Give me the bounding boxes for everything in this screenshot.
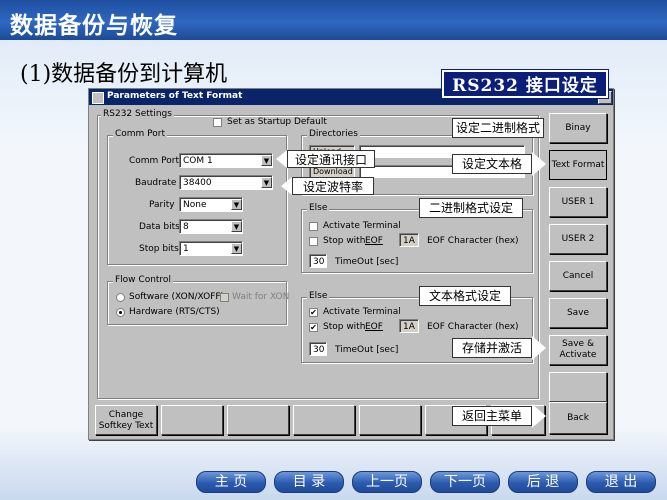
rs232-settings-title: RS232 Settings [101, 109, 174, 119]
callout-binary-format-setting: 二进制格式设定 [419, 198, 523, 218]
softkey-4[interactable] [293, 405, 355, 435]
save-activate-line2: Activate [559, 350, 597, 360]
callout-text-format-setting: 文本格式设定 [419, 286, 511, 306]
slide-subtitle: (1)数据备份到计算机 [20, 62, 228, 87]
callout-baudrate: 设定波特率 [292, 177, 374, 195]
else-group-title: Else [307, 203, 330, 213]
callout-save-activate: 存储并激活 [452, 338, 532, 358]
arrow-left-icon [281, 177, 292, 195]
timeout-input[interactable]: 30 [309, 254, 327, 268]
data-bits-label: Data bits [139, 222, 180, 232]
flow-control-title: Flow Control [113, 275, 173, 285]
user2-button[interactable]: USER 2 [549, 224, 607, 254]
save-activate-button[interactable]: Save & Activate [549, 335, 607, 365]
callout-text-format: 设定文本格 [452, 154, 532, 174]
save-activate-line1: Save & [562, 339, 594, 349]
comm-port-group-title: Comm Port [113, 129, 168, 139]
eof-label: EOF [365, 322, 383, 332]
flow-control-group [107, 281, 287, 325]
stop-bits-label: Stop bits [139, 244, 179, 254]
startup-default-label: Set as Startup Default [227, 117, 327, 127]
chevron-down-icon[interactable]: ▼ [261, 155, 272, 166]
nav-toc-button[interactable]: 目 录 [274, 471, 344, 493]
stop-eof-checkbox[interactable] [309, 237, 318, 246]
chevron-down-icon[interactable]: ▼ [231, 221, 242, 232]
callout-back-main: 返回主菜单 [452, 406, 532, 426]
rs232-interface-label: RS232 接口设定 [441, 69, 609, 99]
activate-terminal-checkbox[interactable]: ✔ [309, 308, 318, 317]
slide-title: 数据备份与恢复 [10, 12, 178, 39]
arrow-right-icon [532, 152, 546, 176]
nav-exit-button[interactable]: 退 出 [586, 471, 656, 493]
stop-eof-checkbox[interactable]: ✔ [309, 323, 318, 332]
callout-binary-format: 设定二进制格式 [452, 118, 544, 138]
baudrate-label: Baudrate [135, 178, 177, 188]
dialog-title: Parameters of Text Format [107, 91, 243, 101]
softkey-2[interactable] [161, 405, 223, 435]
comm-port-label: Comm Port [129, 156, 180, 166]
directories-title: Directories [307, 129, 360, 139]
arrow-right-icon [532, 336, 546, 360]
nav-back-button[interactable]: 后 退 [508, 471, 578, 493]
back-button[interactable]: Back [549, 402, 607, 434]
wait-xon-checkbox[interactable] [220, 293, 229, 302]
else-group-title: Else [307, 291, 330, 301]
change-softkey-line1: Change [108, 410, 144, 420]
eof-label: EOF [365, 236, 383, 246]
timeout-label: TimeOut [sec] [335, 345, 399, 355]
stop-with-label: Stop with [323, 322, 366, 332]
eof-character-label: EOF Character (hex) [427, 322, 519, 332]
change-softkey-line2: Softkey Text [98, 421, 154, 431]
startup-default-checkbox[interactable] [213, 118, 222, 127]
window-icon [92, 92, 104, 104]
software-flow-label: Software (XON/XOFF) [129, 292, 225, 302]
parity-label: Parity [149, 200, 175, 210]
save-button[interactable]: Save [549, 298, 607, 328]
callout-comm-port: 设定通讯接口 [287, 150, 375, 168]
stop-with-label: Stop with [323, 236, 366, 246]
chevron-down-icon[interactable]: ▼ [231, 243, 242, 254]
parameters-dialog: Parameters of Text Format ✕ RS232 Settin… [88, 88, 614, 440]
software-flow-radio[interactable] [116, 293, 125, 302]
softkey-3[interactable] [227, 405, 289, 435]
activate-terminal-label: Activate Terminal [323, 221, 401, 231]
nav-next-button[interactable]: 下一页 [430, 471, 500, 493]
user1-button[interactable]: USER 1 [549, 187, 607, 217]
eof-character-label: EOF Character (hex) [427, 236, 519, 246]
eof-character-input[interactable]: 1A [399, 233, 419, 247]
timeout-input[interactable]: 30 [309, 342, 327, 356]
activate-terminal-checkbox[interactable] [309, 222, 318, 231]
nav-home-button[interactable]: 主 页 [196, 471, 266, 493]
chevron-down-icon[interactable]: ▼ [231, 199, 242, 210]
wait-xon-label: Wait for XON [232, 292, 290, 302]
arrow-left-icon [276, 150, 287, 168]
activate-terminal-label: Activate Terminal [323, 307, 401, 317]
eof-character-input[interactable]: 1A [399, 319, 419, 333]
chevron-down-icon[interactable]: ▼ [261, 177, 272, 188]
empty-softkey-right[interactable] [549, 372, 607, 402]
hardware-flow-radio[interactable] [116, 308, 125, 317]
timeout-label: TimeOut [sec] [335, 257, 399, 267]
change-softkey-text-button[interactable]: Change Softkey Text [95, 405, 157, 435]
arrow-right-icon [532, 404, 546, 428]
comm-port-select[interactable]: COM 1 [179, 153, 273, 168]
hardware-flow-label: Hardware (RTS/CTS) [129, 307, 220, 317]
baudrate-select[interactable]: 38400 [179, 175, 273, 190]
cancel-button[interactable]: Cancel [549, 261, 607, 291]
softkey-5[interactable] [359, 405, 421, 435]
nav-prev-button[interactable]: 上一页 [352, 471, 422, 493]
text-format-button[interactable]: Text Format [549, 150, 607, 180]
binary-format-button[interactable]: Binay Format [549, 113, 607, 161]
